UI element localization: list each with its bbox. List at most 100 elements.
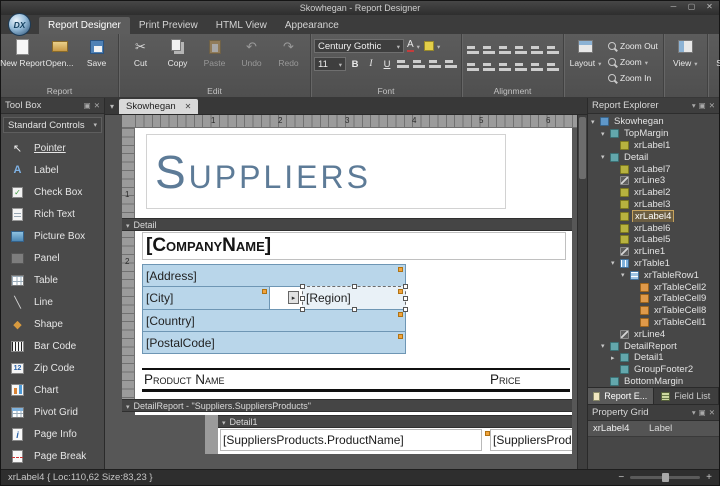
chevron-down-icon[interactable]	[692, 408, 696, 417]
tool-zip-code[interactable]: Zip Code	[1, 357, 104, 379]
tree-item[interactable]: xrLabel2	[588, 187, 719, 199]
smart-tag-icon[interactable]	[398, 267, 403, 272]
tree-item[interactable]: Detail	[588, 151, 719, 163]
title-bar[interactable]: Skowhegan - Report Designer ─ ▢ ✕	[1, 1, 719, 15]
tree-item-selected[interactable]: xrLabel4	[588, 210, 719, 223]
align-center-button[interactable]	[412, 58, 426, 71]
tool-pivot-grid[interactable]: Pivot Grid	[1, 401, 104, 423]
align-tops-button[interactable]	[513, 42, 528, 55]
column-header-row[interactable]: Product Name Price	[142, 368, 570, 392]
tool-picture-box[interactable]: Picture Box	[1, 225, 104, 247]
vertical-spacing-button[interactable]	[529, 59, 544, 72]
resize-handle[interactable]	[403, 284, 408, 289]
tab-close-icon[interactable]: ✕	[185, 102, 192, 111]
design-canvas[interactable]: 1 2 3 4 5 6 1 2 Suppliers [CompanyName] …	[105, 115, 587, 469]
zoom-out-button[interactable]: −	[618, 472, 624, 483]
report-page[interactable]: Suppliers [CompanyName] [Address] [City]…	[135, 128, 572, 412]
expander-icon[interactable]	[591, 118, 600, 126]
smart-tag-icon[interactable]	[262, 289, 267, 294]
underline-button[interactable]: U	[380, 58, 394, 71]
toolbox-category-dropdown[interactable]: Standard Controls	[3, 117, 102, 133]
align-left-button[interactable]	[396, 58, 410, 71]
address-cell[interactable]: [Address]	[142, 264, 406, 287]
tool-chart[interactable]: Chart	[1, 379, 104, 401]
smart-tag-icon[interactable]	[398, 312, 403, 317]
open-button[interactable]: Open...	[41, 36, 78, 68]
tool-rich-text[interactable]: Rich Text	[1, 203, 104, 225]
tab-report-designer[interactable]: Report Designer	[39, 17, 130, 34]
collapse-band-icon[interactable]	[222, 417, 226, 427]
zoom-in-button[interactable]: +	[706, 472, 712, 483]
tree-item[interactable]: xrLabel6	[588, 222, 719, 234]
tree-item[interactable]: xrTableCell8	[588, 305, 719, 317]
align-bottoms-button[interactable]	[545, 42, 560, 55]
zoom-slider-thumb[interactable]	[662, 473, 670, 482]
tree-item[interactable]: BottomMargin	[588, 376, 719, 388]
region-cell[interactable]: [Region]	[300, 284, 408, 312]
layout-button[interactable]: Layout	[567, 36, 604, 68]
align-right-button[interactable]	[428, 58, 442, 71]
tool-page-break[interactable]: Page Break	[1, 445, 104, 467]
align-justify-button[interactable]	[444, 58, 458, 71]
resize-handle[interactable]	[300, 284, 305, 289]
city-cell[interactable]: [City]	[142, 286, 270, 310]
tool-pointer[interactable]: Pointer	[1, 137, 104, 159]
country-cell[interactable]: [Country]	[142, 309, 406, 332]
resize-handle[interactable]	[300, 307, 305, 312]
smart-tag-arrow-icon[interactable]	[288, 291, 299, 304]
zoom-button[interactable]: Zoom	[608, 55, 658, 69]
dock-icon[interactable]	[699, 101, 706, 110]
tab-print-preview[interactable]: Print Preview	[130, 17, 207, 34]
expander-icon[interactable]	[611, 259, 620, 267]
maximize-button[interactable]: ▢	[686, 2, 697, 11]
tree-item[interactable]: Skowhegan	[588, 116, 719, 128]
report-title-label[interactable]: Suppliers	[146, 134, 506, 209]
tree-item[interactable]: xrLabel1	[588, 140, 719, 152]
tab-list-icon[interactable]	[110, 102, 114, 111]
tree-item[interactable]: xrLine3	[588, 175, 719, 187]
document-tab-skowhegan[interactable]: Skowhegan ✕	[119, 99, 199, 114]
tree-item[interactable]: xrTable1	[588, 258, 719, 270]
dock-icon[interactable]	[84, 101, 91, 110]
align-middles-button[interactable]	[529, 42, 544, 55]
italic-button[interactable]: I	[364, 58, 378, 71]
resize-handle[interactable]	[403, 307, 408, 312]
same-height-button[interactable]	[481, 59, 496, 72]
tree-item[interactable]: xrTableCell2	[588, 281, 719, 293]
tool-bar-code[interactable]: Bar Code	[1, 335, 104, 357]
paste-button[interactable]: Paste	[196, 36, 233, 68]
redo-button[interactable]: Redo	[270, 36, 307, 68]
close-icon[interactable]	[94, 101, 100, 110]
resize-handle[interactable]	[352, 307, 357, 312]
minimize-button[interactable]: ─	[668, 2, 679, 11]
same-size-button[interactable]	[497, 59, 512, 72]
tree-item[interactable]: xrLabel5	[588, 234, 719, 246]
cut-button[interactable]: Cut	[122, 36, 159, 68]
detail1-band-header[interactable]: Detail1	[218, 415, 572, 428]
expander-icon[interactable]	[601, 130, 610, 138]
address-table[interactable]: [Address] [City] [Region]	[142, 264, 408, 354]
expander-icon[interactable]	[601, 342, 610, 350]
tree-item[interactable]: xrTableRow1	[588, 269, 719, 281]
price-field-label[interactable]: [SuppliersProd	[490, 429, 572, 451]
new-report-button[interactable]: New Report	[0, 36, 45, 68]
highlight-color-button[interactable]	[423, 40, 441, 53]
close-icon[interactable]	[709, 101, 715, 110]
font-size-select[interactable]: 11	[314, 57, 346, 71]
dx-logo[interactable]: DX	[8, 13, 31, 36]
close-icon[interactable]	[709, 408, 715, 417]
tree-item[interactable]: GroupFooter2	[588, 364, 719, 376]
tree-item[interactable]: DetailReport	[588, 340, 719, 352]
chevron-down-icon[interactable]	[692, 101, 696, 110]
close-button[interactable]: ✕	[704, 2, 715, 11]
tree-item[interactable]: TopMargin	[588, 128, 719, 140]
postal-code-cell[interactable]: [PostalCode]	[142, 331, 406, 354]
zoom-slider[interactable]	[630, 473, 701, 482]
property-grid-object-selector[interactable]: xrLabel4 Label	[588, 421, 719, 438]
tree-item[interactable]: xrTableCell9	[588, 293, 719, 305]
scrollbar-thumb[interactable]	[579, 117, 586, 179]
smart-tag-icon[interactable]	[398, 289, 403, 294]
tab-appearance[interactable]: Appearance	[276, 17, 348, 34]
tool-shape[interactable]: Shape	[1, 313, 104, 335]
product-name-field-label[interactable]: [SuppliersProducts.ProductName]	[220, 429, 482, 451]
